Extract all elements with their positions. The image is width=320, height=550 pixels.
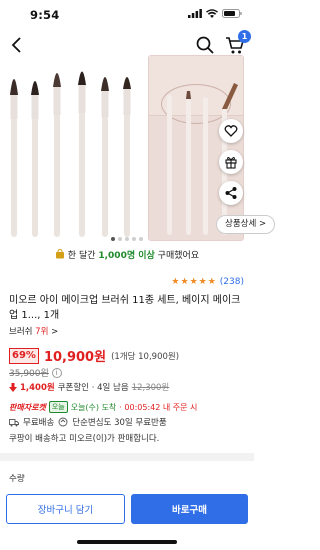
signal-icon bbox=[188, 9, 202, 18]
return-icon bbox=[58, 417, 68, 427]
wishlist-button[interactable] bbox=[219, 119, 243, 143]
category-rank[interactable]: 브러쉬 7위 > bbox=[9, 325, 58, 337]
free-shipping: 무료배송 bbox=[23, 418, 55, 428]
cart-count-badge: 1 bbox=[238, 30, 251, 43]
truck-icon bbox=[9, 418, 19, 426]
coupon-price: 12,300원 bbox=[131, 383, 170, 393]
star-icon: ★ bbox=[189, 277, 198, 287]
status-time: 9:54 bbox=[30, 8, 60, 22]
seller-info: 쿠팡이 배송하고 미오르(이)가 판매합니다. bbox=[9, 434, 160, 444]
home-indicator bbox=[77, 540, 177, 544]
purchase-info: 한 달간 1,000명 이상 구매했어요 bbox=[0, 248, 254, 261]
shopping-bag-icon bbox=[55, 248, 64, 259]
product-detail-button[interactable]: 상품상세 > bbox=[216, 215, 276, 234]
product-title: 미오르 아이 메이크업 브러쉬 11종 세트, 베이지 메이크업 1..., 1… bbox=[9, 295, 241, 321]
battery-icon bbox=[222, 9, 242, 18]
arrow-down-icon bbox=[9, 382, 17, 392]
search-icon bbox=[196, 36, 214, 54]
review-count[interactable]: (238) bbox=[220, 277, 244, 287]
product-image-gallery[interactable] bbox=[0, 55, 254, 245]
quantity-label: 수량 bbox=[9, 474, 25, 484]
pagination-dot[interactable] bbox=[132, 237, 136, 241]
gift-button[interactable] bbox=[219, 150, 243, 174]
coupon-row: 1,400원 쿠폰할인 · 4일 남음 12,300원 bbox=[9, 381, 169, 393]
wifi-icon bbox=[206, 9, 218, 18]
status-icons bbox=[188, 9, 242, 18]
pagination-dot[interactable] bbox=[118, 237, 122, 241]
section-divider bbox=[0, 453, 254, 461]
unit-price: (1개당 10,900원) bbox=[111, 351, 180, 362]
return-policy: 단순변심도 30일 무료반품 bbox=[72, 418, 167, 428]
back-button[interactable] bbox=[6, 34, 28, 56]
arrival-date: 오늘(수) 도착 bbox=[70, 402, 117, 412]
heart-icon bbox=[224, 125, 238, 137]
star-icon: ★ bbox=[207, 277, 216, 287]
order-deadline: · 00:05:42 내 주문 시 bbox=[119, 402, 198, 412]
shipping-row: 무료배송 단순변심도 30일 무료반품 bbox=[9, 416, 167, 428]
sale-price: 10,900원 bbox=[43, 350, 107, 365]
delivery-row: 판매자로켓 오늘 오늘(수) 도착 · 00:05:42 내 주문 시 bbox=[9, 401, 197, 413]
price-row: 69% 10,900원 (1개당 10,900원) bbox=[9, 346, 179, 365]
brush-set-image bbox=[10, 71, 238, 237]
share-button[interactable] bbox=[219, 181, 243, 205]
buy-now-button[interactable]: 바로구매 bbox=[131, 494, 248, 524]
star-icon: ★ bbox=[180, 277, 189, 287]
search-button[interactable] bbox=[194, 34, 216, 56]
today-badge: 오늘 bbox=[48, 401, 68, 413]
add-to-cart-button[interactable]: 장바구니 담기 bbox=[6, 494, 125, 524]
star-icon: ★ bbox=[171, 277, 180, 287]
coupon-amount: 1,400원 bbox=[20, 383, 55, 393]
coupon-label: 쿠폰할인 · 4일 남음 bbox=[57, 383, 129, 393]
chevron-right-icon: > bbox=[51, 327, 59, 337]
chevron-left-icon bbox=[11, 37, 21, 53]
status-bar: 9:54 bbox=[0, 0, 254, 30]
pagination-dot[interactable] bbox=[111, 237, 115, 241]
original-price: 35,900원 bbox=[9, 369, 49, 379]
pagination-dot[interactable] bbox=[125, 237, 129, 241]
pagination-dot[interactable] bbox=[139, 237, 143, 241]
star-icon: ★ bbox=[198, 277, 207, 287]
discount-badge: 69% bbox=[9, 347, 39, 364]
cart-button[interactable]: 1 bbox=[224, 30, 251, 56]
gallery-pagination bbox=[0, 237, 254, 241]
gift-icon bbox=[225, 157, 237, 169]
original-price-row: 35,900원 i bbox=[9, 366, 62, 379]
rank-value: 7위 bbox=[35, 327, 49, 337]
purchase-count: 1,000명 이상 bbox=[98, 251, 155, 261]
share-icon bbox=[225, 187, 237, 199]
rating[interactable]: ★ ★ ★ ★ ★ (238) bbox=[171, 277, 244, 287]
info-icon[interactable]: i bbox=[51, 367, 62, 378]
bottom-action-bar: 장바구니 담기 바로구매 bbox=[6, 494, 248, 524]
rocket-badge: 판매자로켓 bbox=[9, 402, 46, 412]
